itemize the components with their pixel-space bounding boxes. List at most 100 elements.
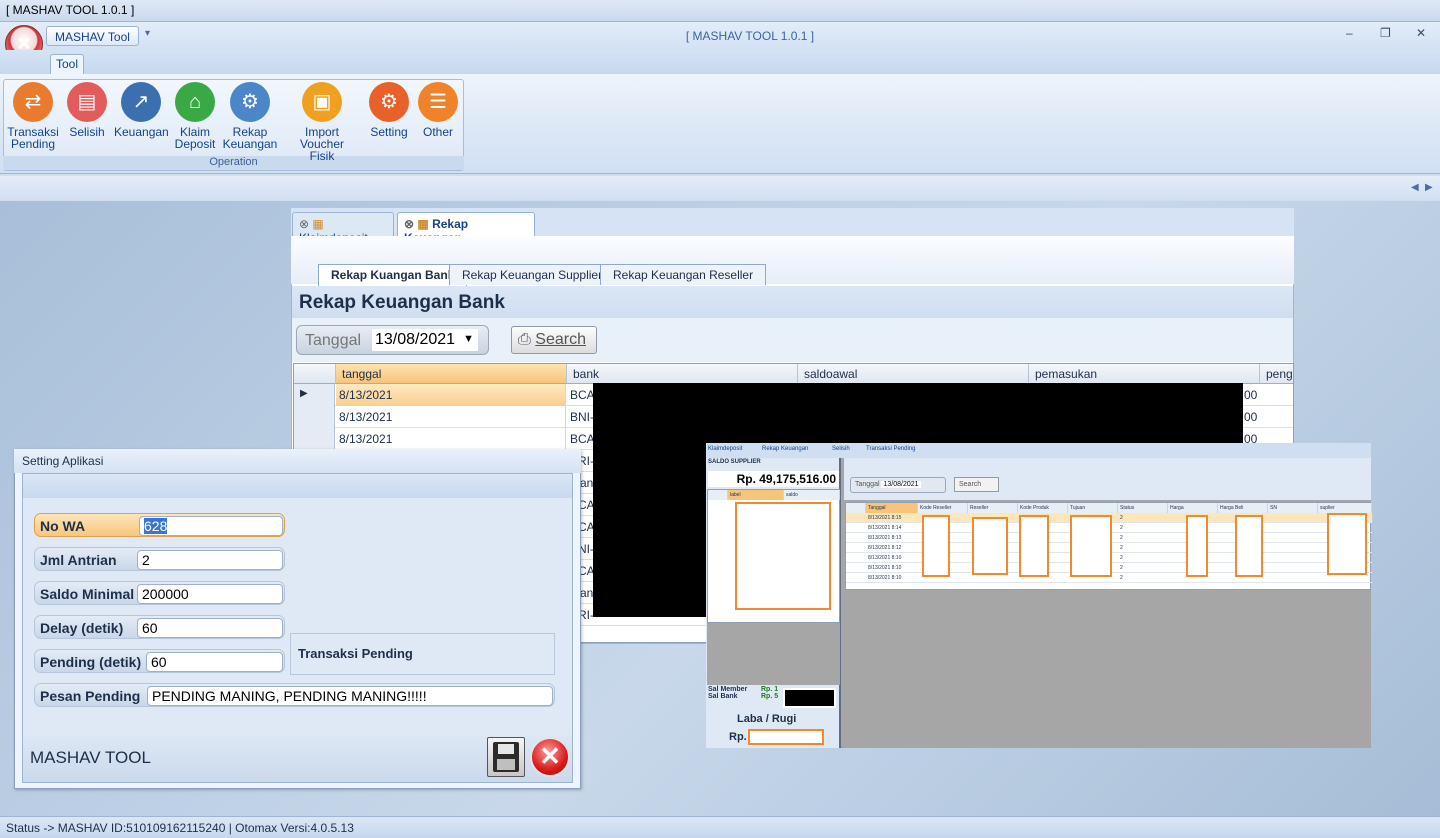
cell-tanggal[interactable]: 8/13/2021 [336, 428, 566, 450]
row-header[interactable] [294, 428, 335, 450]
no-wa-input[interactable]: 628 [139, 516, 283, 536]
selisih-button[interactable]: ▤ Selisih [64, 82, 110, 138]
keuangan-button[interactable]: ↗ Keuangan [114, 82, 169, 138]
thumb-sal-labels: Sal Member Sal Bank [708, 686, 747, 700]
sal-member-value: Rp. 1 [761, 686, 779, 693]
date-picker-input[interactable]: 13/08/2021 ▼ [372, 329, 478, 351]
nav-right-icon[interactable]: ▶ [1425, 182, 1433, 193]
nav-left-icon[interactable]: ◀ [1411, 182, 1419, 193]
thumb-tab: Klaimdeposit [708, 446, 743, 452]
column-header-tanggal[interactable]: tanggal [336, 364, 567, 384]
doc-tab-klaimdeposit[interactable]: ⊗ ▦ Klaimdeposit [292, 212, 394, 245]
other-button[interactable]: ☰ Other [416, 82, 460, 138]
klaim-deposit-button[interactable]: ⌂ Klaim Deposit [172, 82, 218, 150]
setting-row-jml-antrian: Jml Antrian 2 [34, 547, 285, 571]
voucher-icon: ▣ [302, 82, 342, 122]
button-label: Deposit [174, 137, 216, 151]
field-label: Pesan Pending [40, 688, 141, 704]
thumb-saldo-value: Rp. 49,175,516.00 [708, 471, 839, 487]
thumb-cell-status: 2 [1120, 535, 1123, 541]
thumb-column-header: Kode Reseller [918, 503, 968, 513]
delay-input[interactable]: 60 [137, 618, 283, 638]
ribbon-group-label: Operation [3, 156, 464, 170]
search-button[interactable]: ⎙ Search [511, 326, 597, 354]
rekap-keuangan-button[interactable]: ⚙ Rekap Keuangan [222, 82, 278, 150]
thumb-cell-tanggal: 8/13/2021 8:12 [868, 545, 902, 551]
close-icon[interactable]: ⊗ [299, 217, 309, 231]
field-label: Jml Antrian [40, 552, 117, 568]
setting-row-delay: Delay (detik) 60 [34, 615, 285, 639]
close-icon: ✕ [539, 741, 561, 771]
column-header-pengeluaran[interactable]: penge [1260, 364, 1293, 384]
cell-tanggal[interactable]: 8/13/2021 [336, 406, 566, 428]
cell-tanggal[interactable]: 8/13/2021 [336, 384, 566, 406]
doc-tab-rekap-keuangan[interactable]: ⊗ ▦ Rekap Keuangan [397, 212, 535, 245]
subtab-rekap-keuangan-reseller[interactable]: Rekap Keuangan Reseller [600, 264, 767, 285]
thumb-tab: Selisih [832, 446, 850, 452]
thumb-col-saldo: saldo [784, 490, 840, 500]
list-icon: ☰ [418, 82, 458, 122]
rekap-keuangan-icon: ⚙ [230, 82, 270, 122]
redacted-region [1235, 515, 1263, 577]
sal-member-label: Sal Member [708, 686, 748, 693]
column-header-pemasukan[interactable]: pemasukan [1029, 364, 1260, 384]
form-icon: ▦ [312, 217, 324, 231]
thumb-tab: Rekap Keuangan [762, 446, 809, 452]
import-voucher-fisik-button[interactable]: ▣ Import Voucher Fisik [282, 82, 362, 162]
cell-amount: 00 [1244, 388, 1258, 402]
thumb-cell-tanggal: 8/13/2021 8:13 [868, 535, 902, 541]
save-button[interactable] [487, 737, 525, 777]
search-button-label: Search [535, 331, 586, 348]
button-label: Keuangan [222, 137, 278, 151]
sal-bank-label: Sal Bank [708, 693, 738, 700]
button-label: Setting [370, 125, 408, 139]
thumb-cell-status: 2 [1120, 555, 1123, 561]
row-header[interactable] [294, 406, 335, 428]
column-header-saldoawal[interactable]: saldoawal [798, 364, 1029, 384]
subtab-rekap-keuangan-supplier[interactable]: Rekap Keuangan Supplier [449, 264, 616, 285]
thumb-saldo-label: SALDO SUPPLIER [708, 459, 761, 465]
subtab-rekap-kuangan-bank[interactable]: Rekap Kuangan Bank [318, 264, 468, 286]
sal-bank-value: Rp. 5 [761, 693, 779, 700]
setting-window-title: Setting Aplikasi [14, 449, 581, 473]
thumb-column-header: SN [1268, 503, 1318, 513]
form-icon: ▦ [417, 217, 429, 231]
redacted-region [922, 515, 950, 577]
thumb-column-header: Tanggal [866, 503, 918, 513]
thumb-cell-tanggal: 8/13/2021 8:14 [868, 525, 902, 531]
button-label: Selisih [69, 125, 105, 139]
pesan-pending-input[interactable]: PENDING MANING, PENDING MANING!!!!! [147, 686, 553, 706]
setting-row-pesan-pending: Pesan Pending PENDING MANING, PENDING MA… [34, 683, 555, 707]
thumb-column-header: Kode Produk [1018, 503, 1068, 513]
setting-panel-header [23, 474, 572, 498]
cancel-button[interactable]: ✕ [530, 737, 570, 777]
restore-button[interactable]: ❐ [1380, 26, 1391, 40]
close-button[interactable]: ✕ [1416, 26, 1426, 40]
window-title: [ MASHAV TOOL 1.0.1 ] [6, 3, 135, 17]
center-window-title: [ MASHAV TOOL 1.0.1 ] [685, 29, 815, 43]
setting-button[interactable]: ⚙ Setting [366, 82, 412, 138]
row-header[interactable]: ▶ [294, 384, 335, 406]
hint-text: Transaksi Pending [298, 646, 413, 661]
thumb-supplier-grid: label saldo [707, 489, 840, 623]
field-label: Pending (detik) [40, 654, 142, 670]
thumb-cell-status: 2 [1120, 565, 1123, 571]
chevron-down-icon[interactable]: ▼ [463, 333, 474, 345]
close-icon[interactable]: ⊗ [404, 217, 414, 231]
minimize-button[interactable]: ‒ [1346, 26, 1353, 40]
thumb-column-header: Tujuan [1068, 503, 1118, 513]
thumb-column-header: Status [1118, 503, 1168, 513]
saldo-minimal-input[interactable]: 200000 [137, 584, 283, 604]
transaksi-pending-button[interactable]: ⇄ Transaksi Pending [6, 82, 60, 150]
thumb-cell-tanggal: 8/13/2021 8:10 [868, 565, 902, 571]
ribbon-footer-strip [0, 176, 1440, 200]
ribbon-tab-tool[interactable]: Tool [50, 54, 84, 75]
date-filter[interactable]: Tanggal 13/08/2021 ▼ [296, 325, 489, 355]
keuangan-chart-icon: ↗ [121, 82, 161, 122]
setting-row-saldo-minimal: Saldo Minimal 200000 [34, 581, 285, 605]
thumb-filter-label: Tanggal [855, 481, 880, 488]
column-header-bank[interactable]: bank [567, 364, 798, 384]
redacted-region [783, 688, 836, 708]
jml-antrian-input[interactable]: 2 [137, 550, 283, 570]
pending-input[interactable]: 60 [146, 652, 283, 672]
